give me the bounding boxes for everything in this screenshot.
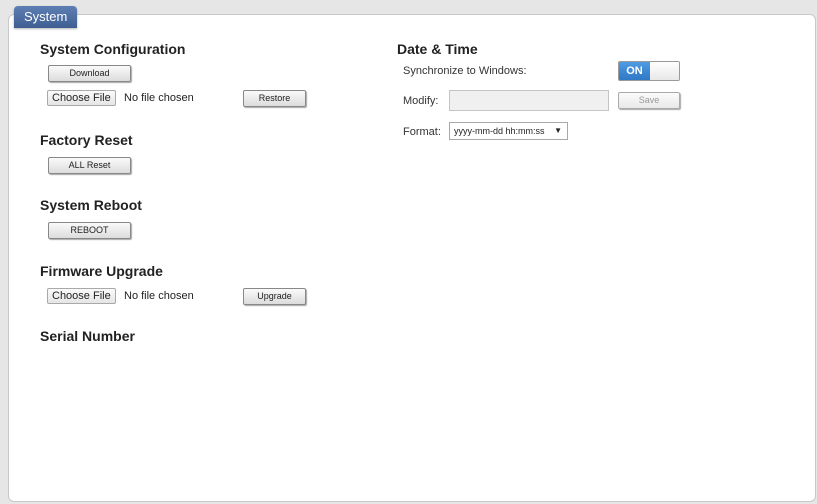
tab-system[interactable]: System <box>14 6 78 28</box>
restore-button[interactable]: Restore <box>243 90 306 107</box>
system-panel <box>8 14 816 502</box>
firmware-file-status-text: No file chosen <box>124 290 194 302</box>
all-reset-button[interactable]: ALL Reset <box>48 157 131 174</box>
upgrade-button[interactable]: Upgrade <box>243 288 306 305</box>
dropdown-arrow-icon: ▼ <box>554 126 562 135</box>
save-button[interactable]: Save <box>618 92 680 109</box>
system-configuration-heading: System Configuration <box>40 41 186 57</box>
format-select[interactable]: yyyy-mm-dd hh:mm:ss ▼ <box>449 122 568 140</box>
format-selected-value: yyyy-mm-dd hh:mm:ss <box>454 126 545 136</box>
download-button[interactable]: Download <box>48 65 131 82</box>
format-label: Format: <box>403 126 441 138</box>
date-time-heading: Date & Time <box>397 41 478 57</box>
choose-file-button[interactable]: Choose File <box>47 90 116 106</box>
factory-reset-heading: Factory Reset <box>40 132 133 148</box>
firmware-upgrade-heading: Firmware Upgrade <box>40 263 163 279</box>
file-status-text: No file chosen <box>124 92 194 104</box>
toggle-knob <box>650 62 679 80</box>
serial-number-heading: Serial Number <box>40 328 135 344</box>
firmware-choose-file-button[interactable]: Choose File <box>47 288 116 304</box>
modify-input[interactable] <box>449 90 609 111</box>
reboot-button[interactable]: REBOOT <box>48 222 131 239</box>
sync-windows-toggle[interactable]: ON <box>618 61 680 81</box>
system-reboot-heading: System Reboot <box>40 197 142 213</box>
modify-label: Modify: <box>403 95 439 107</box>
sync-windows-label: Synchronize to Windows: <box>403 65 527 77</box>
toggle-on-label: ON <box>619 62 650 80</box>
